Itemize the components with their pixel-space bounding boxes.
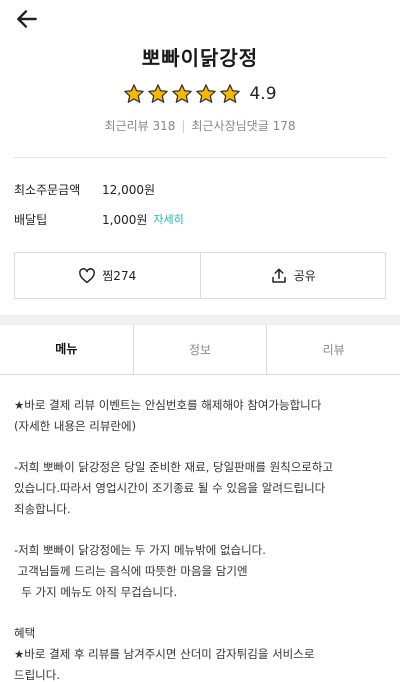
delivery-tip-label: 배달팁 [14,212,48,227]
top-bar [0,0,400,40]
notice-line: ★바로 결제 리뷰 이벤트는 안심번호를 해제해야 참여가능합니다 [14,398,322,412]
notice-gap [14,437,386,457]
tab-menu[interactable]: 메뉴 [0,325,133,374]
notice-line: (자세한 내용은 리뷰란에) [14,419,137,433]
review-counts: 최근리뷰 318 | 최근사장님댓글 178 [0,117,400,134]
star-icon [220,84,241,103]
action-bar: 찜274 공유 [14,252,386,299]
shop-name: 뽀빠이닭강정 [141,46,259,70]
rating-row: 4.9 [0,83,400,105]
divider [14,157,386,158]
notice-line: 혜택 [14,626,36,640]
star-icon [148,84,169,103]
like-button[interactable]: 찜274 [15,253,200,298]
owner-reply-count[interactable]: 최근사장님댓글 178 [191,119,295,133]
notice-line: 두 가지 메뉴도 아직 무겁습니다. [14,585,178,599]
notice-line: -저희 뽀빠이 닭강정은 당일 준비한 재료, 당일판매를 원칙으로하고 [14,460,334,474]
delivery-tip-value: 1,000원 [102,212,148,227]
section-separator [0,315,400,325]
star-icon [124,84,145,103]
delivery-tip-detail-link[interactable]: 자세히 [153,211,183,227]
share-button[interactable]: 공유 [199,253,386,298]
tab-review[interactable]: 리뷰 [266,325,400,374]
shop-notice: ★바로 결제 리뷰 이벤트는 안심번호를 해제해야 참여가능합니다 (자세한 내… [14,395,386,682]
delivery-tip-row: 배달팁 1,000원 자세히 [14,206,386,232]
notice-line: -저희 뽀빠이 닭강정에는 두 가지 메뉴밖에 없습니다. [14,543,266,557]
tab-bar: 메뉴 정보 리뷰 [0,325,400,375]
min-order-value: 12,000원 [102,182,156,197]
notice-line: 죄송합니다. [14,502,71,516]
min-order-label: 최소주문금액 [14,182,81,197]
recent-review-count[interactable]: 최근리뷰 318 [105,119,176,133]
notice-line: 고객님들께 드리는 음식에 따뜻한 마음을 담기엔 [14,564,248,578]
notice-line: 있습니다.따라서 영업시간이 조기종료 될 수 있음을 알려드립니다 [14,481,326,495]
notice-line: 드립니다. [14,668,60,682]
like-label: 찜274 [102,269,137,283]
order-info: 최소주문금액 12,000원 배달팁 1,000원 자세히 [14,176,386,232]
heart-icon [79,267,96,283]
tab-info[interactable]: 정보 [132,325,267,374]
share-icon [271,268,286,283]
separator: | [181,119,186,133]
star-icon [196,84,217,103]
notice-line: ★바로 결제 후 리뷰를 남겨주시면 산더미 감자튀김을 서비스로 [14,647,315,661]
star-icon [172,84,193,103]
share-label: 공유 [293,269,316,283]
min-order-row: 최소주문금액 12,000원 [14,176,386,202]
notice-gap [14,520,386,540]
notice-gap [14,603,386,623]
rating-value: 4.9 [249,84,277,104]
back-arrow-icon[interactable] [14,6,40,32]
